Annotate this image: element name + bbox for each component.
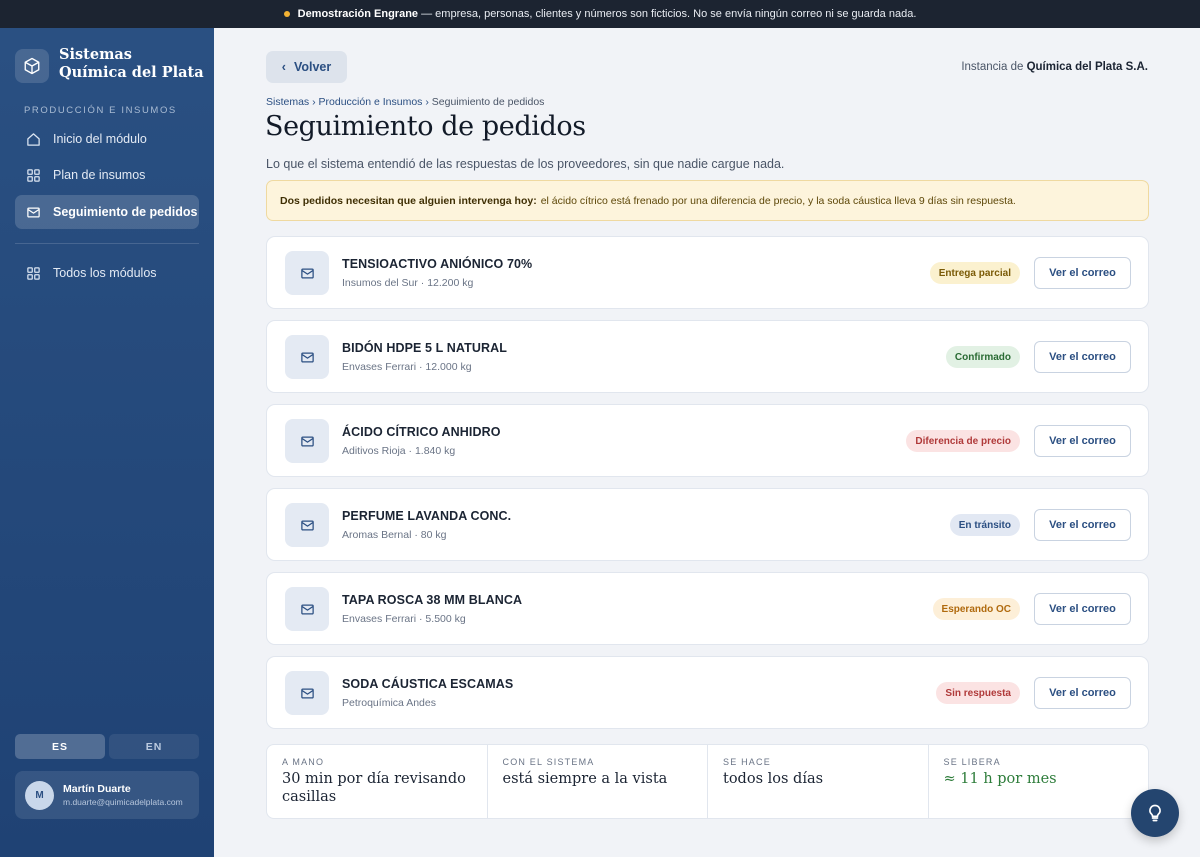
nav-divider [15, 243, 199, 244]
stat-value: está siempre a la vista [502, 771, 668, 787]
breadcrumb-current: Seguimiento de pedidos [431, 96, 545, 108]
view-email-button[interactable]: Ver el correo [1034, 593, 1131, 625]
sidebar-item-plan[interactable]: Plan de insumos [15, 158, 199, 192]
order-subtitle: Aditivos Rioja · 1.840 kg [342, 445, 456, 457]
alert-bold: Dos pedidos necesitan que alguien interv… [280, 194, 537, 207]
grid-icon [27, 168, 40, 182]
status-badge: Diferencia de precio [906, 430, 1020, 452]
sidebar-item-label: Inicio del módulo [53, 132, 147, 146]
lang-es-button[interactable]: ES [15, 734, 105, 759]
user-card[interactable]: M Martín Duarte m.duarte@quimicadelplata… [15, 771, 199, 819]
stat-value: 30 min por día revisando casillas [282, 771, 466, 805]
grid-icon [27, 266, 40, 280]
stat-label: SE LIBERA [943, 757, 1001, 767]
status-badge: Confirmado [945, 346, 1020, 368]
order-subtitle: Envases Ferrari · 5.500 kg [342, 613, 466, 625]
page-subtitle: Lo que el sistema entendió de las respue… [266, 157, 785, 171]
order-card: BIDÓN HDPE 5 L NATURAL Envases Ferrari · … [266, 320, 1149, 393]
order-title: BIDÓN HDPE 5 L NATURAL [342, 341, 507, 355]
sidebar-item-label: Plan de insumos [53, 168, 146, 182]
order-card: TENSIOACTIVO ANIÓNICO 70% Insumos del Sur… [266, 236, 1149, 309]
alert-banner: Dos pedidos necesitan que alguien interv… [266, 180, 1149, 221]
mail-icon [285, 503, 329, 547]
view-email-button[interactable]: Ver el correo [1034, 677, 1131, 709]
lightbulb-icon [1149, 804, 1161, 822]
cube-icon [15, 49, 49, 83]
order-title: TAPA ROSCA 38 MM BLANCA [342, 593, 523, 607]
order-title: TENSIOACTIVO ANIÓNICO 70% [342, 257, 533, 271]
instance-label: Instancia de Química del Plata S.A. [961, 61, 1148, 73]
status-badge: Entrega parcial [929, 262, 1020, 284]
order-card: TAPA ROSCA 38 MM BLANCA Envases Ferrari ·… [266, 572, 1149, 645]
brand-line1: Sistemas [59, 46, 132, 63]
page-title: Seguimiento de pedidos [265, 111, 586, 142]
user-email: m.duarte@quimicadelplata.com [63, 797, 183, 807]
stat-value: ≈ 11 h por mes [943, 771, 1057, 787]
order-subtitle: Envases Ferrari · 12.000 kg [342, 361, 472, 373]
status-badge: Sin respuesta [936, 682, 1020, 704]
mail-icon [27, 207, 40, 217]
status-dot [283, 11, 290, 17]
view-email-button[interactable]: Ver el correo [1034, 257, 1131, 289]
mail-icon [285, 251, 329, 295]
brand-line2: Química del Plata [59, 64, 204, 81]
instance-name: Química del Plata S.A. [1026, 61, 1148, 73]
order-card: SODA CÁUSTICA ESCAMAS Petroquímica Andes S… [266, 656, 1149, 729]
sidebar-item-seguimiento[interactable]: Seguimiento de pedidos [15, 195, 199, 229]
view-email-button[interactable]: Ver el correo [1034, 341, 1131, 373]
status-badge: En tránsito [949, 514, 1020, 536]
sidebar-item-label: Todos los módulos [53, 266, 157, 280]
back-label: Volver [293, 60, 332, 74]
stat-label: CON EL SISTEMA [502, 757, 595, 767]
back-button[interactable]: ‹ Volver [266, 51, 347, 83]
mail-icon [285, 419, 329, 463]
help-button[interactable] [1131, 789, 1179, 837]
banner-title: Demostración Engrane [297, 8, 419, 20]
order-title: PERFUME LAVANDA CONC. [342, 509, 512, 523]
mail-icon [285, 335, 329, 379]
avatar: M [25, 780, 54, 810]
order-subtitle: Petroquímica Andes [342, 697, 436, 709]
brand[interactable]: Sistemas Química del Plata [15, 46, 204, 83]
user-name: Martín Duarte [63, 783, 131, 795]
stat-label: A MANO [282, 757, 325, 767]
order-title: SODA CÁUSTICA ESCAMAS [342, 677, 514, 691]
stat-frequency: SE HACE todos los días [708, 745, 929, 818]
view-email-button[interactable]: Ver el correo [1034, 425, 1131, 457]
order-subtitle: Insumos del Sur · 12.200 kg [342, 277, 474, 289]
home-icon [27, 132, 40, 146]
breadcrumb: Sistemas › Producción e Insumos › Seguim… [266, 96, 545, 108]
banner-text: — empresa, personas, clientes y números … [421, 8, 917, 20]
sidebar: Sistemas Química del Plata PRODUCCIÓN E … [0, 28, 214, 857]
mail-icon [285, 587, 329, 631]
stat-label: SE HACE [723, 757, 771, 767]
breadcrumb-link-produccion[interactable]: Producción e Insumos [319, 96, 423, 108]
order-subtitle: Aromas Bernal · 80 kg [342, 529, 447, 541]
sidebar-item-todos[interactable]: Todos los módulos [15, 256, 199, 290]
stat-freed: SE LIBERA ≈ 11 h por mes [929, 745, 1149, 818]
order-title: ÁCIDO CÍTRICO ANHIDRO [342, 425, 501, 439]
status-badge: Esperando OC [932, 598, 1020, 620]
demo-banner: Demostración Engrane — empresa, personas… [0, 0, 1200, 28]
alert-text: el ácido cítrico está frenado por una di… [540, 194, 1016, 207]
stats-bar: A MANO 30 min por día revisando casillas… [266, 744, 1149, 819]
order-card: ÁCIDO CÍTRICO ANHIDRO Aditivos Rioja · 1.… [266, 404, 1149, 477]
lang-en-button[interactable]: EN [109, 734, 199, 759]
sidebar-item-inicio[interactable]: Inicio del módulo [15, 122, 199, 156]
chevron-left-icon: ‹ [281, 60, 286, 74]
stat-manual: A MANO 30 min por día revisando casillas [267, 745, 488, 818]
order-card: PERFUME LAVANDA CONC. Aromas Bernal · 80 … [266, 488, 1149, 561]
breadcrumb-link-sistemas[interactable]: Sistemas [266, 96, 309, 108]
stat-system: CON EL SISTEMA está siempre a la vista [488, 745, 708, 818]
instance-prefix: Instancia de [961, 61, 1024, 73]
sidebar-item-label: Seguimiento de pedidos [53, 205, 198, 219]
stat-value: todos los días [723, 771, 824, 787]
view-email-button[interactable]: Ver el correo [1034, 509, 1131, 541]
section-label: PRODUCCIÓN E INSUMOS [24, 105, 177, 116]
mail-icon [285, 671, 329, 715]
